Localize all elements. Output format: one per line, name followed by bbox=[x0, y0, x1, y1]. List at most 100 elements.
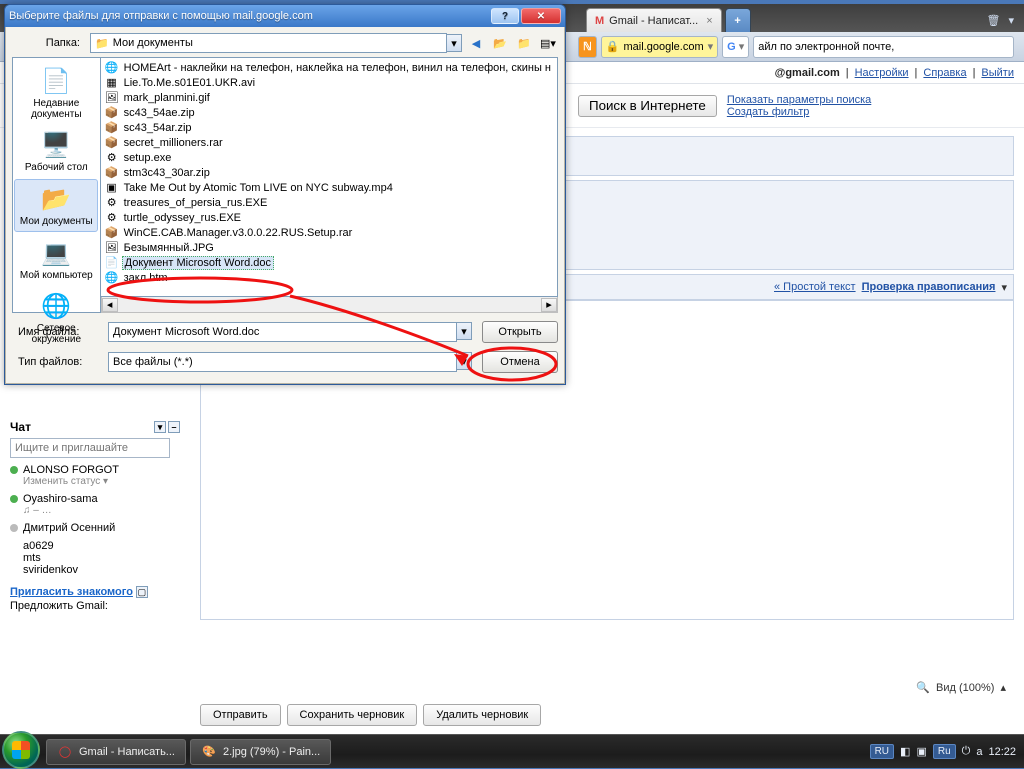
account-email: @gmail.com bbox=[775, 67, 840, 79]
close-icon[interactable]: × bbox=[706, 15, 712, 27]
back-icon[interactable]: ◀ bbox=[466, 33, 486, 53]
file-item[interactable]: 📦sc43_54ae.zip bbox=[103, 105, 555, 120]
taskbar-item-paint[interactable]: 🎨 2.jpg (79%) - Pain... bbox=[190, 739, 331, 765]
label-item[interactable]: a0629 bbox=[23, 540, 180, 552]
settings-link[interactable]: Настройки bbox=[855, 67, 909, 79]
chat-search-input[interactable] bbox=[10, 438, 170, 458]
chevron-down-icon[interactable]: ▾ bbox=[456, 322, 472, 340]
file-icon: 🖼 bbox=[105, 241, 119, 255]
search-web-button[interactable]: Поиск в Интернете bbox=[578, 95, 717, 117]
create-filter-link[interactable]: Создать фильтр bbox=[727, 106, 871, 118]
tray-icon[interactable]: ▣ bbox=[916, 745, 926, 758]
contact-alonso[interactable]: ALONSO FORGOT bbox=[10, 464, 180, 476]
place-recent[interactable]: 📄 Недавние документы bbox=[14, 62, 98, 124]
file-name: sc43_54ar.zip bbox=[122, 122, 194, 134]
search-box[interactable]: айл по электронной почте, bbox=[753, 36, 1014, 58]
hscrollbar[interactable]: ◂ ▸ bbox=[101, 297, 558, 313]
place-mydocs[interactable]: 📂 Мои документы bbox=[14, 179, 98, 232]
start-button[interactable] bbox=[2, 731, 40, 769]
file-list[interactable]: 🌐HOMEArt - наклейки на телефон, наклейка… bbox=[101, 57, 558, 297]
close-button[interactable]: ✕ bbox=[521, 8, 561, 24]
file-name: Документ Microsoft Word.doc bbox=[122, 256, 274, 270]
up-icon[interactable]: 📂 bbox=[490, 33, 510, 53]
place-mycomputer[interactable]: 💻 Мой компьютер bbox=[14, 234, 98, 285]
chevron-down-icon[interactable]: ▾ bbox=[1001, 281, 1007, 294]
file-icon: ⚙ bbox=[105, 196, 119, 210]
folder-combo[interactable]: 📁 Мои документы bbox=[90, 33, 447, 53]
tray-icon[interactable]: ⏻ bbox=[962, 745, 971, 758]
search-options-link[interactable]: Показать параметры поиска bbox=[727, 94, 871, 106]
file-item[interactable]: ⚙setup.exe bbox=[103, 150, 555, 165]
search-engine-button[interactable]: G ▾ bbox=[722, 36, 749, 58]
file-item[interactable]: 🌐HOMEArt - наклейки на телефон, наклейка… bbox=[103, 60, 555, 75]
chat-collapse-icon[interactable]: ▾ bbox=[154, 421, 166, 433]
file-item[interactable]: 📦secret_millioners.rar bbox=[103, 135, 555, 150]
chevron-down-icon[interactable]: ▴ bbox=[1000, 681, 1006, 694]
file-icon: 📦 bbox=[105, 106, 119, 120]
cancel-button[interactable]: Отмена bbox=[482, 351, 558, 373]
address-secure[interactable]: 🔒 mail.google.com ▾ bbox=[601, 36, 718, 58]
zoom-label: Вид (100%) bbox=[936, 682, 994, 694]
address-host: mail.google.com bbox=[624, 41, 704, 53]
open-button[interactable]: Открыть bbox=[482, 321, 558, 343]
new-tab-button[interactable]: + bbox=[725, 8, 751, 32]
zoom-indicator[interactable]: 🔍 Вид (100%) ▴ bbox=[916, 681, 1006, 694]
trash-icon[interactable]: 🗑 bbox=[987, 14, 1001, 27]
label-item[interactable]: mts bbox=[23, 552, 180, 564]
clock[interactable]: 12:22 bbox=[988, 746, 1016, 758]
file-item[interactable]: 🖼Безымянный.JPG bbox=[103, 240, 555, 255]
views-icon[interactable]: ▤▾ bbox=[538, 33, 558, 53]
chat-min-icon[interactable]: – bbox=[168, 421, 180, 433]
lock-icon: 🔒 bbox=[606, 40, 620, 53]
plain-text-link[interactable]: « Простой текст bbox=[774, 281, 856, 293]
contact-dmitry[interactable]: Дмитрий Осенний bbox=[10, 522, 180, 534]
scroll-left-icon[interactable]: ◂ bbox=[102, 298, 118, 312]
file-icon: 📦 bbox=[105, 226, 119, 240]
file-item[interactable]: ▦Lie.To.Me.s01E01.UKR.avi bbox=[103, 75, 555, 90]
taskbar-item-gmail[interactable]: ◯ Gmail - Написать... bbox=[46, 739, 186, 765]
file-item[interactable]: ⚙treasures_of_persia_rus.EXE bbox=[103, 195, 555, 210]
new-folder-icon[interactable]: 📁 bbox=[514, 33, 534, 53]
save-draft-button[interactable]: Сохранить черновик bbox=[287, 704, 418, 726]
menu-icon[interactable]: ▾ bbox=[1008, 14, 1014, 27]
file-item[interactable]: 🌐закл.htm bbox=[103, 270, 555, 285]
file-name: Take Me Out by Atomic Tom LIVE on NYC su… bbox=[122, 182, 395, 194]
filename-input[interactable] bbox=[108, 322, 457, 342]
status-change[interactable]: Изменить статус ▾ bbox=[10, 476, 180, 487]
file-name: turtle_odyssey_rus.EXE bbox=[122, 212, 243, 224]
file-item[interactable]: 📦sc43_54ar.zip bbox=[103, 120, 555, 135]
file-item[interactable]: ⚙turtle_odyssey_rus.EXE bbox=[103, 210, 555, 225]
folder-value: Мои документы bbox=[113, 37, 193, 49]
tray-icon[interactable]: a bbox=[976, 746, 982, 758]
chevron-down-icon[interactable]: ▾ bbox=[446, 34, 462, 52]
invite-link[interactable]: Пригласить знакомого bbox=[10, 586, 133, 598]
status-dot-green-icon bbox=[10, 466, 18, 474]
label-item[interactable]: sviridenkov bbox=[23, 564, 180, 576]
file-item[interactable]: 📄Документ Microsoft Word.doc bbox=[103, 255, 555, 270]
file-item[interactable]: 📦stm3c43_30ar.zip bbox=[103, 165, 555, 180]
place-desktop[interactable]: 🖥️ Рабочий стол bbox=[14, 126, 98, 177]
send-button[interactable]: Отправить bbox=[200, 704, 281, 726]
file-name: secret_millioners.rar bbox=[122, 137, 225, 149]
help-button[interactable]: ? bbox=[491, 8, 519, 24]
invite-expand-icon[interactable]: ▢ bbox=[136, 586, 148, 598]
contact-name: Oyashiro-sama bbox=[23, 493, 98, 505]
file-item[interactable]: 📦WinCE.CAB.Manager.v3.0.0.22.RUS.Setup.r… bbox=[103, 225, 555, 240]
place-network[interactable]: 🌐 Сетевое окружение bbox=[14, 287, 98, 349]
chevron-down-icon[interactable]: ▾ bbox=[456, 352, 472, 370]
spellcheck-link[interactable]: Проверка правописания bbox=[862, 281, 996, 293]
help-link[interactable]: Справка bbox=[923, 67, 966, 79]
lang-indicator[interactable]: RU bbox=[870, 744, 894, 759]
lang-indicator-2[interactable]: Ru bbox=[933, 744, 956, 759]
rss-button[interactable]: ℕ bbox=[578, 36, 597, 58]
tray-icon[interactable]: ◧ bbox=[900, 745, 910, 758]
logout-link[interactable]: Выйти bbox=[981, 67, 1014, 79]
browser-tab-gmail[interactable]: M Gmail - Написат... × bbox=[586, 8, 722, 32]
file-item[interactable]: ▣Take Me Out by Atomic Tom LIVE on NYC s… bbox=[103, 180, 555, 195]
gmail-icon: M bbox=[595, 15, 604, 27]
scroll-right-icon[interactable]: ▸ bbox=[541, 298, 557, 312]
contact-oyashiro[interactable]: Oyashiro-sama bbox=[10, 493, 180, 505]
discard-button[interactable]: Удалить черновик bbox=[423, 704, 541, 726]
file-item[interactable]: 🖼mark_planmini.gif bbox=[103, 90, 555, 105]
filetype-input[interactable] bbox=[108, 352, 457, 372]
